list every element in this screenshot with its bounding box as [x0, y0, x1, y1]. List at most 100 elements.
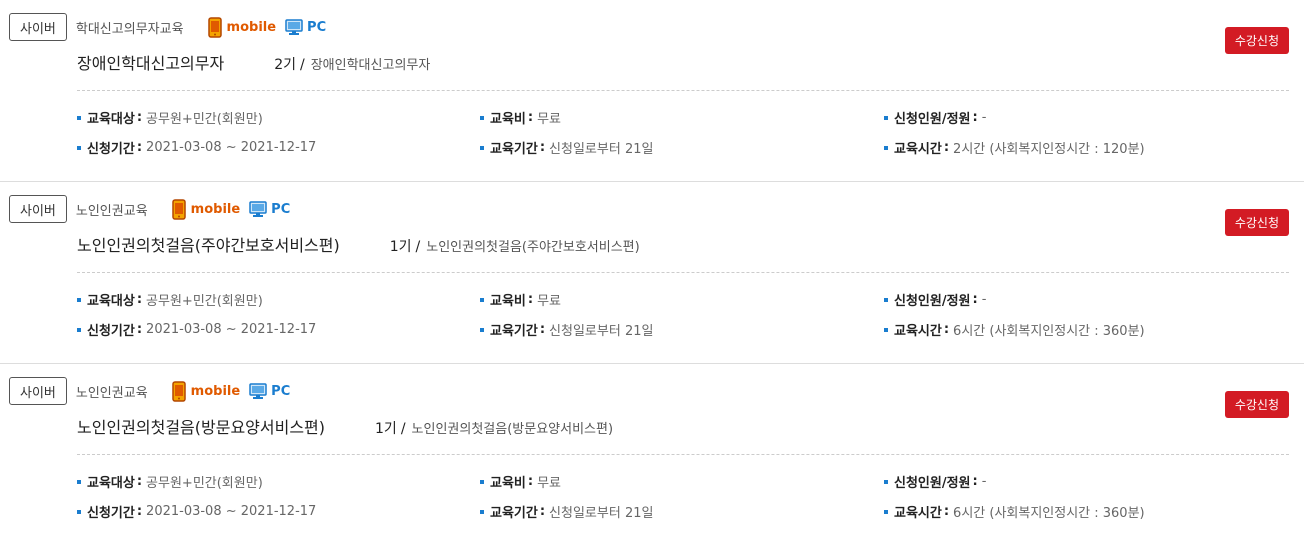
desktop-monitor-icon [249, 200, 267, 217]
info-value: 신청일로부터 21일 [549, 324, 654, 339]
course-category: 학대신고의무자교육 [75, 21, 184, 37]
info-value: - [981, 474, 987, 489]
info-hours: 교육시간: 2시간 (사회복지인정시간 : 120분) [884, 138, 1145, 157]
info-label: 교육시간 [894, 506, 942, 521]
info-label: 신청기간 [87, 506, 135, 521]
square-bullet-icon [480, 145, 484, 150]
apply-button[interactable]: 수강신청 [1224, 391, 1289, 418]
info-target: 교육대상: 공무원+민간(회원만) [77, 108, 263, 127]
dashed-divider [77, 454, 1289, 455]
square-bullet-icon [884, 145, 888, 150]
course-item: 사이버 노인인권교육 mobile PC 수강신청 [0, 364, 1304, 534]
mobile-phone-icon [207, 16, 222, 38]
square-bullet-icon [77, 297, 81, 302]
square-bullet-icon [884, 479, 888, 484]
info-period: 신청기간: 2021-03-08 ~ 2021-12-17 [77, 138, 316, 157]
course-meta-row: 사이버 학대신고의무자교육 mobile PC [9, 13, 326, 41]
square-bullet-icon [480, 115, 484, 120]
course-title-row: 노인인권의첫걸음(주야간보호서비스편) 1기 / 노인인권의첫걸음(주야간보호서… [77, 232, 640, 256]
title-separator: / [400, 421, 406, 437]
course-list: 사이버 학대신고의무자교육 mobile PC 수강신청 장애인학대신고의무자 … [0, 0, 1304, 534]
square-bullet-icon [77, 115, 81, 120]
info-label: 교육비 [490, 476, 526, 491]
pc-label: PC [307, 19, 327, 35]
info-label: 신청인원/정원 [894, 476, 971, 491]
info-label: 교육기간 [490, 142, 538, 157]
apply-button[interactable]: 수강신청 [1224, 209, 1289, 236]
course-item: 사이버 노인인권교육 mobile PC 수강신청 [0, 182, 1304, 364]
info-hours: 교육시간: 6시간 (사회복지인정시간 : 360분) [884, 320, 1145, 339]
info-value: 6시간 (사회복지인정시간 : 360분) [953, 506, 1145, 521]
info-value: 2021-03-08 ~ 2021-12-17 [146, 140, 317, 155]
course-round: 1기 [375, 421, 397, 437]
square-bullet-icon [77, 479, 81, 484]
mobile-phone-icon [171, 198, 186, 220]
course-subtitle: 노인인권의첫걸음(주야간보호서비스편) [426, 240, 640, 255]
info-capacity: 신청인원/정원: - [884, 472, 986, 491]
info-fee: 교육비: 무료 [480, 472, 561, 491]
mobile-label: mobile [226, 19, 277, 35]
info-fee: 교육비: 무료 [480, 290, 561, 309]
info-label: 교육시간 [894, 142, 942, 157]
course-subtitle: 장애인학대신고의무자 [310, 58, 431, 73]
info-fee: 교육비: 무료 [480, 108, 561, 127]
info-target: 교육대상: 공무원+민간(회원만) [77, 290, 263, 309]
course-title-row: 장애인학대신고의무자 2기 / 장애인학대신고의무자 [77, 50, 430, 74]
course-round: 1기 [389, 239, 412, 255]
square-bullet-icon [77, 145, 81, 150]
course-meta-row: 사이버 노인인권교육 mobile PC [9, 377, 290, 405]
square-bullet-icon [480, 297, 484, 302]
info-value: 2시간 (사회복지인정시간 : 120분) [953, 142, 1145, 157]
square-bullet-icon [884, 297, 888, 302]
info-label: 신청인원/정원 [894, 294, 971, 309]
info-value: 신청일로부터 21일 [549, 142, 654, 157]
info-label: 신청기간 [87, 324, 135, 339]
info-duration: 교육기간: 신청일로부터 21일 [480, 502, 653, 521]
desktop-monitor-icon [249, 382, 267, 399]
info-duration: 교육기간: 신청일로부터 21일 [480, 138, 653, 157]
square-bullet-icon [480, 479, 484, 484]
square-bullet-icon [884, 327, 888, 332]
info-value: 6시간 (사회복지인정시간 : 360분) [953, 324, 1145, 339]
info-value: 공무원+민간(회원만) [146, 294, 263, 309]
square-bullet-icon [480, 327, 484, 332]
info-value: 공무원+민간(회원만) [146, 476, 263, 491]
info-value: 무료 [537, 112, 562, 127]
info-value: 무료 [537, 294, 562, 309]
desktop-monitor-icon [285, 18, 303, 35]
course-title[interactable]: 노인인권의첫걸음(방문요양서비스편) [77, 414, 325, 438]
course-title[interactable]: 노인인권의첫걸음(주야간보호서비스편) [77, 232, 340, 256]
info-period: 신청기간: 2021-03-08 ~ 2021-12-17 [77, 502, 316, 521]
pc-label: PC [271, 383, 291, 399]
course-subtitle: 노인인권의첫걸음(방문요양서비스편) [411, 422, 614, 437]
info-period: 신청기간: 2021-03-08 ~ 2021-12-17 [77, 320, 316, 339]
pc-label: PC [271, 201, 291, 217]
course-category: 노인인권교육 [75, 203, 148, 219]
info-label: 교육시간 [894, 324, 942, 339]
square-bullet-icon [884, 509, 888, 514]
apply-button[interactable]: 수강신청 [1224, 27, 1289, 54]
course-item: 사이버 학대신고의무자교육 mobile PC 수강신청 장애인학대신고의무자 … [0, 0, 1304, 182]
info-label: 신청인원/정원 [894, 112, 971, 127]
mobile-support: mobile [207, 16, 277, 38]
mobile-support: mobile [171, 198, 241, 220]
course-category: 노인인권교육 [75, 385, 148, 401]
pc-support: PC [285, 18, 327, 36]
info-hours: 교육시간: 6시간 (사회복지인정시간 : 360분) [884, 502, 1145, 521]
info-value: - [981, 110, 987, 125]
info-value: - [981, 292, 987, 307]
title-separator: / [300, 57, 305, 73]
info-capacity: 신청인원/정원: - [884, 290, 986, 309]
mobile-label: mobile [190, 201, 241, 217]
pc-support: PC [249, 382, 291, 400]
course-title[interactable]: 장애인학대신고의무자 [77, 50, 224, 74]
title-separator: / [415, 239, 421, 255]
info-value: 2021-03-08 ~ 2021-12-17 [146, 322, 317, 337]
info-label: 교육기간 [490, 506, 538, 521]
course-type-badge: 사이버 [9, 195, 67, 223]
info-label: 교육대상 [87, 476, 135, 491]
pc-support: PC [249, 200, 291, 218]
square-bullet-icon [480, 509, 484, 514]
course-meta-row: 사이버 노인인권교육 mobile PC [9, 195, 290, 223]
info-value: 공무원+민간(회원만) [146, 112, 263, 127]
